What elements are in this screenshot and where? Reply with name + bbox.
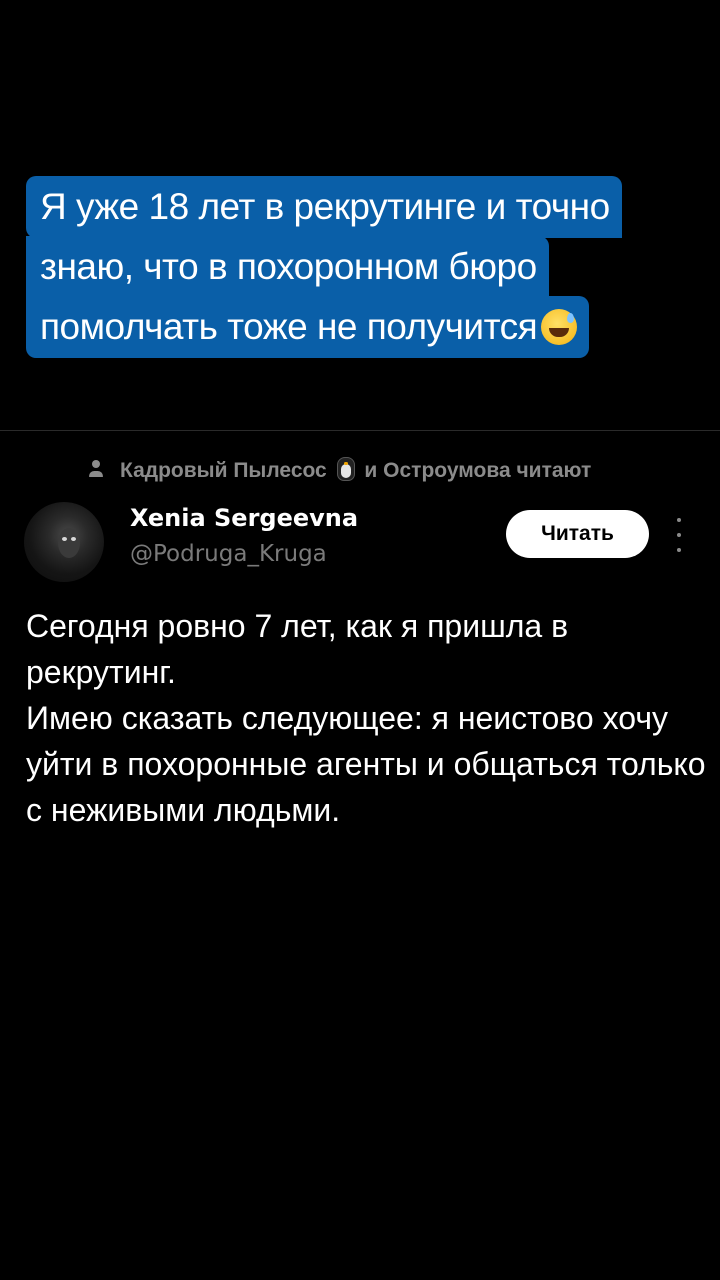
- more-dot-1: [677, 518, 681, 522]
- penguin-icon: [336, 457, 355, 481]
- grinning-face-with-sweat-icon: [541, 309, 578, 345]
- avatar-face: [58, 528, 80, 558]
- caption-line-3-text: помолчать тоже не получится: [40, 306, 538, 347]
- tweet-text: Сегодня ровно 7 лет, как я пришла в рекр…: [26, 603, 706, 833]
- author-display-name[interactable]: Xenia Sergeevna: [130, 504, 358, 532]
- more-options-icon[interactable]: [672, 518, 686, 552]
- story-caption: Я уже 18 лет в рекрутинге и точно знаю, …: [26, 176, 686, 358]
- caption-line-3: помолчать тоже не получится: [26, 296, 686, 358]
- social-context-rest: и Остроумова читают: [364, 459, 592, 482]
- caption-line-2: знаю, что в похоронном бюро: [26, 236, 686, 298]
- author-handle[interactable]: @Podruga_Kruga: [130, 541, 327, 567]
- social-context-name-1: Кадровый Пылесос: [120, 459, 327, 482]
- more-dot-2: [677, 533, 681, 537]
- caption-line-3-wrap: помолчать тоже не получится: [26, 296, 590, 358]
- social-context[interactable]: Кадровый Пылесос и Остроумова читают: [86, 452, 591, 488]
- avatar[interactable]: [24, 502, 104, 582]
- tweet-paragraph-1: Сегодня ровно 7 лет, как я пришла в рекр…: [26, 608, 569, 690]
- social-context-text: Кадровый Пылесос и Остроумова читают: [120, 457, 591, 483]
- caption-line-2-text: знаю, что в похоронном бюро: [26, 236, 549, 298]
- person-icon: [86, 458, 106, 482]
- tweet-paragraph-2: Имею сказать следующее: я неистово хочу …: [26, 700, 706, 828]
- caption-line-1: Я уже 18 лет в рекрутинге и точно: [26, 176, 686, 238]
- more-dot-3: [677, 548, 681, 552]
- follow-button[interactable]: Читать: [506, 510, 649, 558]
- caption-line-1-text: Я уже 18 лет в рекрутинге и точно: [26, 176, 622, 238]
- divider: [0, 430, 720, 431]
